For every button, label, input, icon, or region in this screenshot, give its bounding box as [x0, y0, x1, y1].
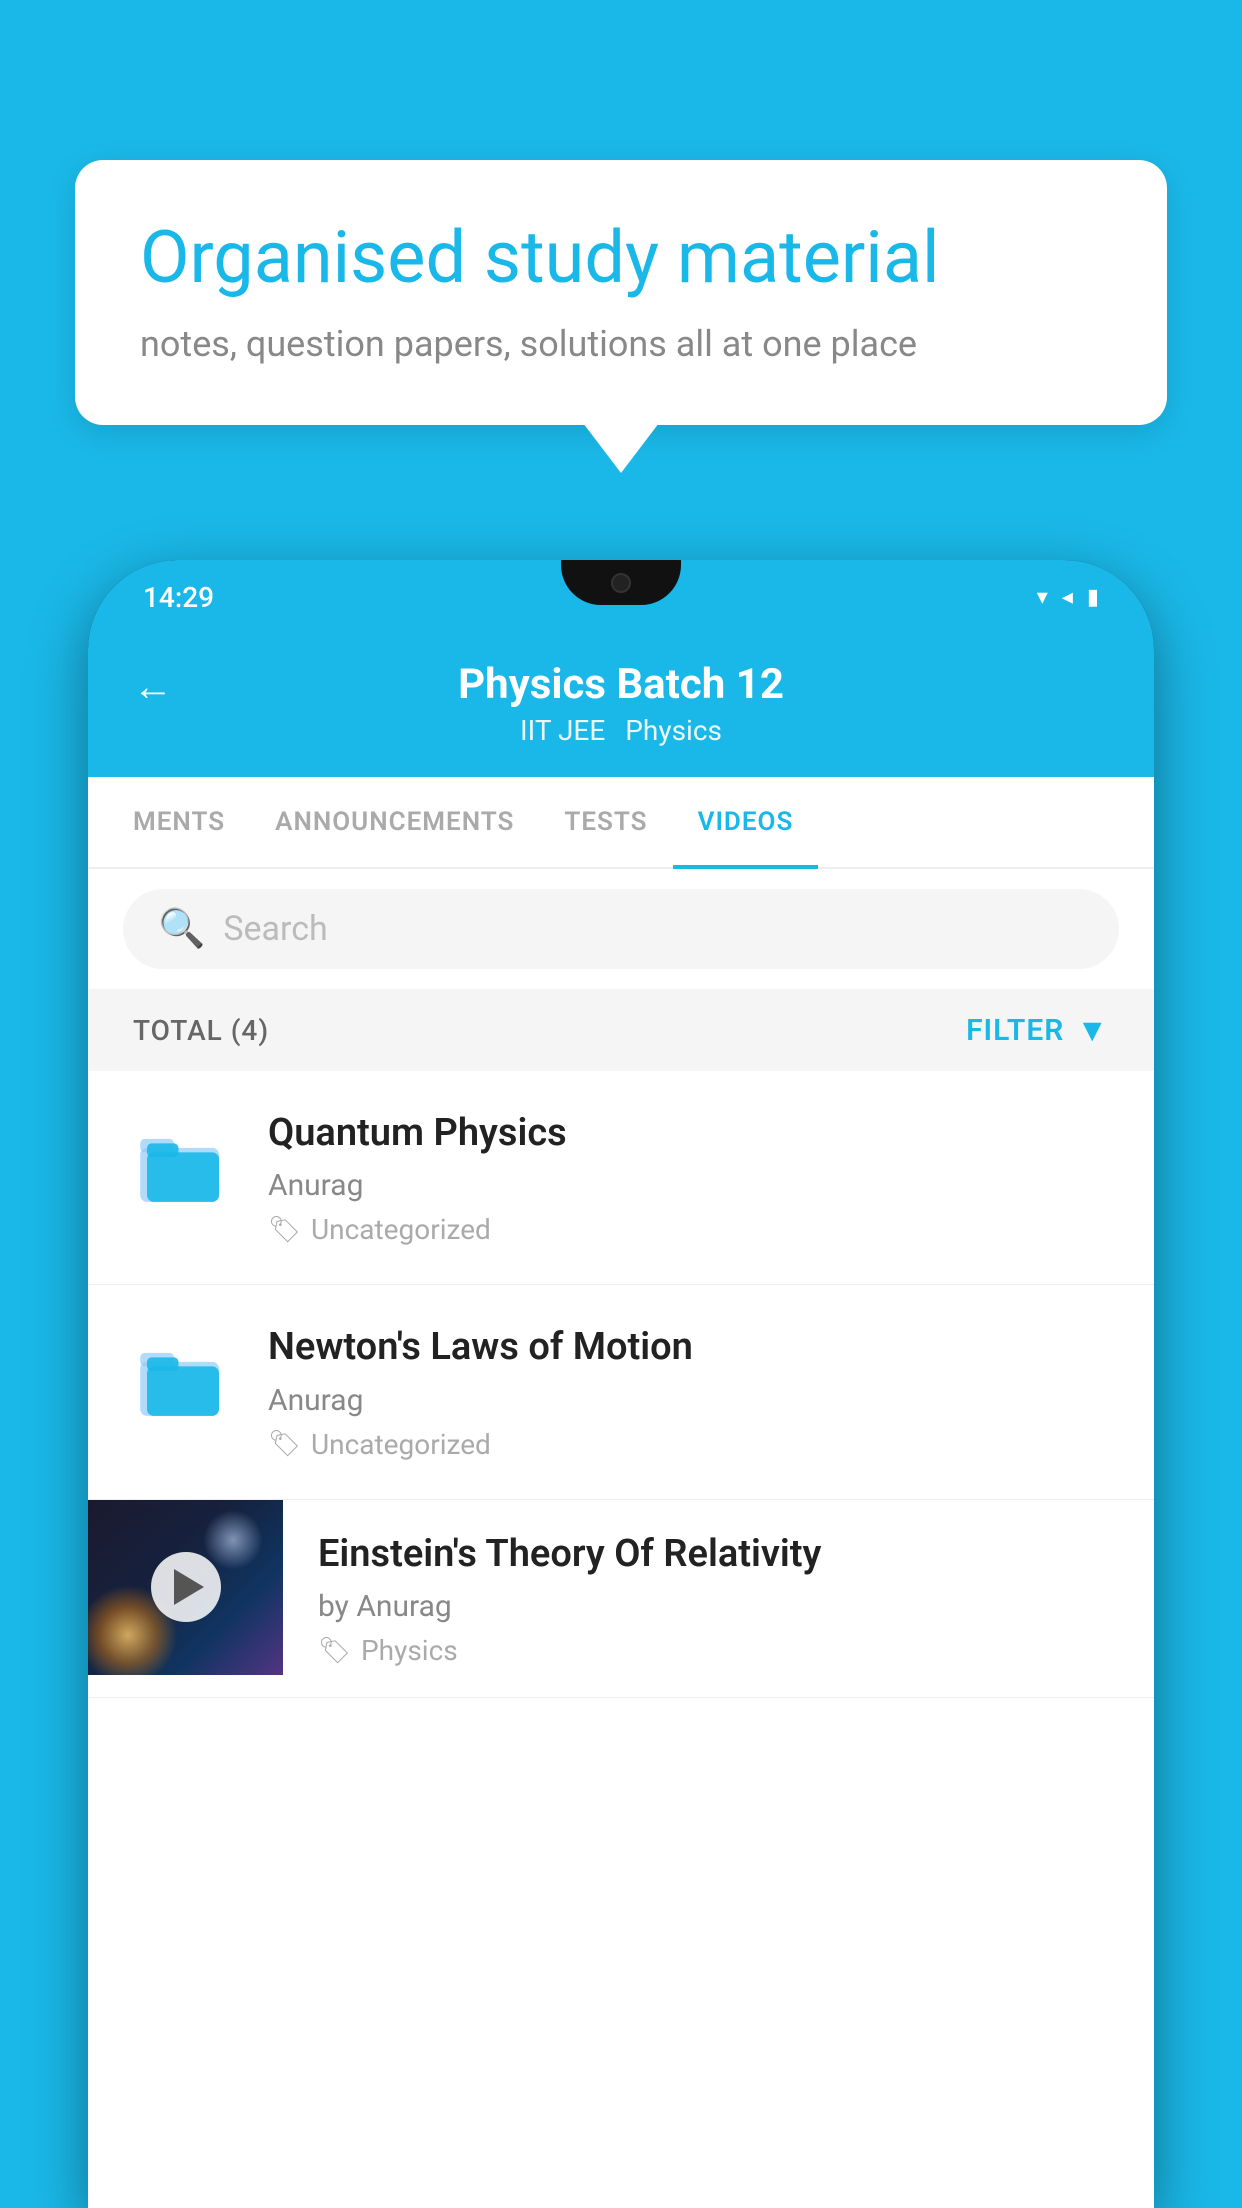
- tag-label: Physics: [361, 1634, 458, 1667]
- breadcrumb-iitjee: IIT JEE: [520, 714, 605, 747]
- folder-icon: [133, 1117, 233, 1217]
- signal-icon: ◂: [1062, 585, 1073, 610]
- video-title: Quantum Physics: [268, 1109, 1109, 1158]
- folder-icon: [133, 1331, 233, 1431]
- list-item[interactable]: Newton's Laws of Motion Anurag 🏷 Uncateg…: [88, 1285, 1154, 1499]
- tab-videos[interactable]: VIDEOS: [673, 777, 819, 867]
- video-info: Quantum Physics Anurag 🏷 Uncategorized: [268, 1109, 1109, 1246]
- phone-frame: 14:29 ▾ ◂ ▮ ← Physics Batch 12 IIT JEE P…: [88, 560, 1154, 2208]
- tab-announcements[interactable]: ANNOUNCEMENTS: [250, 777, 539, 867]
- video-info: Newton's Laws of Motion Anurag 🏷 Uncateg…: [268, 1323, 1109, 1460]
- breadcrumb-physics: Physics: [625, 714, 722, 747]
- phone-inner: 14:29 ▾ ◂ ▮ ← Physics Batch 12 IIT JEE P…: [88, 560, 1154, 2208]
- play-button[interactable]: [151, 1552, 221, 1622]
- phone-notch: [561, 560, 681, 605]
- tag-label: Uncategorized: [311, 1428, 491, 1461]
- status-icons: ▾ ◂ ▮: [1037, 585, 1099, 610]
- tag-icon: 🏷: [268, 1215, 301, 1245]
- status-time: 14:29: [143, 581, 214, 614]
- filter-icon: ▼: [1076, 1011, 1109, 1049]
- video-tag: 🏷 Physics: [318, 1634, 1119, 1667]
- camera-dot: [611, 573, 631, 593]
- video-author: Anurag: [268, 1383, 1109, 1418]
- orb-decoration-2: [203, 1510, 263, 1570]
- tab-tests[interactable]: TESTS: [539, 777, 672, 867]
- search-container: 🔍 Search: [88, 869, 1154, 989]
- tag-label: Uncategorized: [311, 1213, 491, 1246]
- video-info: Einstein's Theory Of Relativity by Anura…: [283, 1500, 1154, 1697]
- back-button[interactable]: ←: [133, 663, 173, 710]
- app-header: ← Physics Batch 12 IIT JEE Physics: [88, 635, 1154, 777]
- video-title: Einstein's Theory Of Relativity: [318, 1530, 1119, 1579]
- total-count: TOTAL (4): [133, 1014, 269, 1047]
- list-item[interactable]: Einstein's Theory Of Relativity by Anura…: [88, 1500, 1154, 1698]
- header-title: Physics Batch 12: [458, 660, 784, 709]
- tabs-container: MENTS ANNOUNCEMENTS TESTS VIDEOS: [88, 777, 1154, 869]
- tag-icon: 🏷: [318, 1636, 351, 1666]
- play-icon: [174, 1569, 204, 1605]
- header-breadcrumb: IIT JEE Physics: [520, 714, 722, 747]
- filter-label: FILTER: [966, 1013, 1064, 1048]
- search-placeholder: Search: [223, 909, 327, 949]
- tab-ments[interactable]: MENTS: [108, 777, 250, 867]
- video-author: Anurag: [268, 1168, 1109, 1203]
- video-tag: 🏷 Uncategorized: [268, 1213, 1109, 1246]
- video-list: Quantum Physics Anurag 🏷 Uncategorized: [88, 1071, 1154, 2208]
- filter-bar: TOTAL (4) FILTER ▼: [88, 989, 1154, 1071]
- video-thumbnail: [88, 1500, 283, 1675]
- bubble-title: Organised study material: [140, 215, 1102, 301]
- list-item[interactable]: Quantum Physics Anurag 🏷 Uncategorized: [88, 1071, 1154, 1285]
- search-icon: 🔍: [158, 907, 205, 951]
- search-bar[interactable]: 🔍 Search: [123, 889, 1119, 969]
- video-author: by Anurag: [318, 1589, 1119, 1624]
- tag-icon: 🏷: [268, 1429, 301, 1459]
- status-bar: 14:29 ▾ ◂ ▮: [88, 560, 1154, 635]
- video-title: Newton's Laws of Motion: [268, 1323, 1109, 1372]
- bubble-subtitle: notes, question papers, solutions all at…: [140, 323, 1102, 365]
- filter-button[interactable]: FILTER ▼: [966, 1011, 1109, 1049]
- battery-icon: ▮: [1087, 585, 1099, 610]
- video-tag: 🏷 Uncategorized: [268, 1428, 1109, 1461]
- wifi-icon: ▾: [1037, 585, 1048, 610]
- speech-bubble: Organised study material notes, question…: [75, 160, 1167, 425]
